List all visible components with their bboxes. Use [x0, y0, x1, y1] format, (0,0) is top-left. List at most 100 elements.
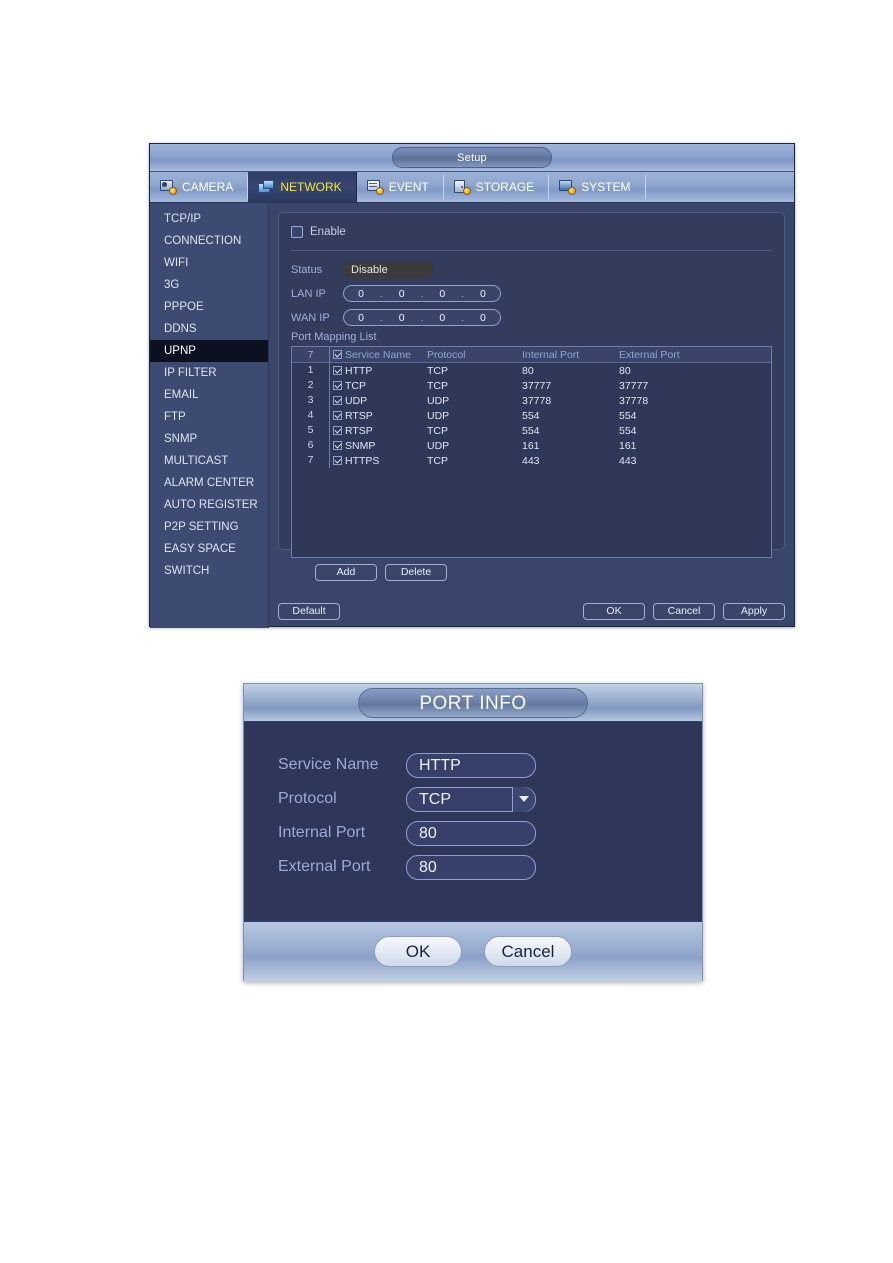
row-checkbox[interactable] [330, 411, 345, 420]
tab-system[interactable]: SYSTEM [549, 172, 646, 202]
row-index: 3 [292, 393, 330, 408]
row-checkbox[interactable] [330, 426, 345, 435]
port-mapping-table: 7 Service Name Protocol Internal Port Ex… [291, 346, 772, 558]
event-icon [366, 179, 384, 195]
row-checkbox[interactable] [330, 366, 345, 375]
upnp-settings-pane: m Enable Status Disable LAN IP 0 . 0 [269, 203, 794, 628]
delete-button[interactable]: Delete [385, 564, 447, 581]
default-button[interactable]: Default [278, 603, 340, 620]
sidebar-item-ddns[interactable]: DDNS [150, 318, 268, 340]
sidebar-item-switch[interactable]: SWITCH [150, 560, 268, 582]
dialog-body: Service Name HTTP Protocol TCP Internal … [244, 722, 702, 921]
port-mapping-list-label: Port Mapping List [291, 331, 377, 343]
lan-ip-input[interactable]: 0 . 0 . 0 . 0 [343, 285, 501, 302]
sidebar-item-ftp[interactable]: FTP [150, 406, 268, 428]
enable-checkbox[interactable] [291, 226, 303, 238]
header-index: 7 [292, 347, 330, 362]
sidebar-item-3g[interactable]: 3G [150, 274, 268, 296]
row-protocol: UDP [427, 439, 450, 452]
row-internal-port: 554 [522, 424, 540, 437]
row-service-name: RTSP [345, 409, 373, 422]
row-service-name: HTTPS [345, 454, 380, 467]
row-index: 2 [292, 378, 330, 393]
sidebar-item-email[interactable]: EMAIL [150, 384, 268, 406]
chevron-down-icon[interactable] [512, 786, 535, 812]
dot-separator: . [380, 288, 383, 299]
internal-port-row: Internal Port 80 [278, 816, 702, 850]
apply-button[interactable]: Apply [723, 603, 785, 620]
wan-ip-octet-3: 0 [439, 311, 446, 324]
tab-storage-label: STORAGE [475, 180, 535, 194]
tab-bar: CAMERA NETWORK EVENT STORAGE SYSTEM [150, 172, 794, 203]
wan-ip-octet-2: 0 [398, 311, 405, 324]
sidebar-item-snmp[interactable]: SNMP [150, 428, 268, 450]
dialog-cancel-button[interactable]: Cancel [484, 936, 572, 967]
protocol-row: Protocol TCP [278, 782, 702, 816]
protocol-label: Protocol [278, 790, 337, 807]
sidebar-item-wifi[interactable]: WIFI [150, 252, 268, 274]
internal-port-input[interactable]: 80 [406, 820, 536, 846]
sidebar-item-ip-filter[interactable]: IP FILTER [150, 362, 268, 384]
row-external-port: 37778 [619, 394, 649, 407]
row-internal-port: 443 [522, 454, 540, 467]
external-port-label: External Port [278, 858, 371, 875]
sidebar-item-p2p-setting[interactable]: P2P SETTING [150, 516, 268, 538]
window-content: TCP/IP CONNECTION WIFI 3G PPPOE DDNS UPN… [150, 203, 794, 628]
sidebar-item-upnp[interactable]: UPNP [150, 340, 268, 362]
header-internal-port: Internal Port [522, 348, 580, 361]
lan-ip-octet-2: 0 [398, 287, 405, 300]
service-name-label: Service Name [278, 756, 379, 773]
status-value: Disable [343, 261, 433, 278]
setup-window: Setup CAMERA NETWORK EVENT STORAGE SYSTE… [149, 143, 795, 628]
wan-ip-octet-1: 0 [358, 311, 364, 324]
table-row[interactable]: 6 SNMP UDP 161 161 [292, 438, 771, 453]
row-internal-port: 161 [522, 439, 540, 452]
tab-network[interactable]: NETWORK [248, 172, 357, 202]
dot-separator: . [380, 312, 383, 323]
row-index: 5 [292, 423, 330, 438]
cancel-button[interactable]: Cancel [653, 603, 715, 620]
sidebar-item-easy-space[interactable]: EASY SPACE [150, 538, 268, 560]
sidebar-item-auto-register[interactable]: AUTO REGISTER [150, 494, 268, 516]
sidebar-item-connection[interactable]: CONNECTION [150, 230, 268, 252]
row-checkbox[interactable] [330, 456, 345, 465]
dialog-ok-button[interactable]: OK [374, 936, 462, 967]
table-row[interactable]: 2 TCP TCP 37777 37777 [292, 378, 771, 393]
tab-event[interactable]: EVENT [357, 172, 444, 202]
sidebar-item-pppoe[interactable]: PPPOE [150, 296, 268, 318]
table-row[interactable]: 3 UDP UDP 37778 37778 [292, 393, 771, 408]
dialog-action-bar: Default OK Cancel Apply [278, 603, 785, 620]
row-protocol: TCP [427, 364, 448, 377]
camera-icon [160, 179, 177, 195]
sidebar-item-alarm-center[interactable]: ALARM CENTER [150, 472, 268, 494]
sidebar-item-multicast[interactable]: MULTICAST [150, 450, 268, 472]
service-name-input[interactable]: HTTP [406, 752, 536, 778]
sidebar-item-tcpip[interactable]: TCP/IP [150, 208, 268, 230]
add-button[interactable]: Add [315, 564, 377, 581]
external-port-input[interactable]: 80 [406, 854, 536, 880]
header-protocol: Protocol [427, 348, 466, 361]
table-row[interactable]: 7 HTTPS TCP 443 443 [292, 453, 771, 468]
wan-ip-label: WAN IP [291, 311, 330, 324]
wan-ip-input[interactable]: 0 . 0 . 0 . 0 [343, 309, 501, 326]
ok-button[interactable]: OK [583, 603, 645, 620]
row-internal-port: 37777 [522, 379, 552, 392]
table-row[interactable]: 1 HTTP TCP 80 80 [292, 363, 771, 378]
row-checkbox[interactable] [330, 381, 345, 390]
setup-title-pill: Setup [392, 147, 552, 168]
row-checkbox[interactable] [330, 396, 345, 405]
tab-storage[interactable]: STORAGE [444, 172, 550, 202]
protocol-selected-value: TCP [419, 790, 451, 808]
row-checkbox[interactable] [330, 441, 345, 450]
wan-ip-octet-4: 0 [479, 311, 486, 324]
dot-separator: . [420, 312, 424, 323]
row-index: 4 [292, 408, 330, 423]
tab-camera[interactable]: CAMERA [150, 172, 249, 202]
table-row[interactable]: 4 RTSP UDP 554 554 [292, 408, 771, 423]
protocol-select[interactable]: TCP [406, 786, 536, 812]
table-row[interactable]: 5 RTSP TCP 554 554 [292, 423, 771, 438]
header-select-all-checkbox[interactable] [330, 350, 345, 359]
dot-separator: . [461, 312, 464, 323]
dot-separator: . [461, 288, 464, 299]
tab-camera-label: CAMERA [182, 180, 234, 194]
